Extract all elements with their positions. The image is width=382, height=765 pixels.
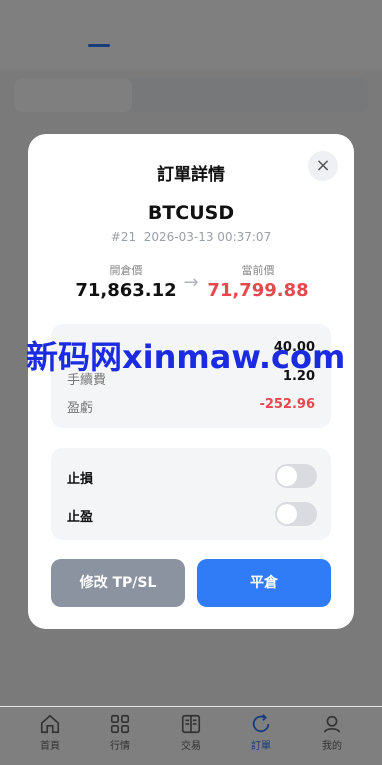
order-detail-modal: 訂單詳情 × BTCUSD #21 2026-03-13 00:37:07 開倉… (28, 134, 354, 629)
current-price-label: 當前價 (241, 264, 275, 277)
toggle-knob (277, 466, 297, 486)
nav-label: 行情 (110, 741, 130, 752)
nav-orders[interactable]: 訂單 (231, 713, 291, 752)
info-value: -252.96 (259, 397, 315, 412)
order-id: #21 (110, 230, 137, 244)
modal-title: 訂單詳情 (157, 165, 225, 185)
close-icon[interactable]: × (308, 151, 338, 181)
symbol: BTCUSD (147, 202, 235, 224)
open-price-label: 開倉價 (109, 264, 143, 277)
order-timestamp: 2026-03-13 00:37:07 (143, 230, 272, 244)
info-label: 盈虧 (67, 401, 94, 416)
take-profit-row: 止盈 (67, 502, 317, 528)
nav-profile[interactable]: 我的 (302, 713, 362, 752)
order-meta: #21 2026-03-13 00:37:07 (28, 230, 354, 244)
tp-sl-card: 止損 止盈 (51, 448, 331, 540)
nav-trade[interactable]: 交易 (161, 713, 221, 752)
take-profit-label: 止盈 (67, 510, 94, 525)
orders-icon (252, 714, 270, 733)
nav-home[interactable]: 首頁 (20, 713, 80, 752)
market-icon (110, 714, 130, 734)
current-price-block: 當前價 71,799.88 (193, 262, 323, 301)
profile-icon (323, 715, 341, 733)
stop-loss-toggle[interactable] (275, 464, 317, 488)
stop-loss-row: 止損 (67, 464, 317, 490)
take-profit-toggle[interactable] (275, 502, 317, 526)
home-icon (40, 714, 60, 734)
bottom-nav: 首頁 行情 交易 訂單 我的 (0, 706, 382, 765)
toggle-knob (277, 504, 297, 524)
nav-label: 我的 (322, 741, 342, 752)
open-price: 71,863.12 (75, 280, 177, 301)
open-price-block: 開倉價 71,863.12 (61, 262, 191, 301)
close-position-button[interactable]: 平倉 (197, 559, 331, 607)
trade-icon (181, 714, 201, 734)
stop-loss-label: 止損 (67, 472, 94, 487)
nav-market[interactable]: 行情 (90, 713, 150, 752)
nav-label: 訂單 (251, 741, 271, 752)
nav-label: 首頁 (40, 741, 60, 752)
watermark: 新码网xinmaw.com (26, 338, 346, 376)
modify-tp-sl-button[interactable]: 修改 TP/SL (51, 559, 185, 607)
nav-label: 交易 (181, 741, 201, 752)
info-row: 盈虧 -252.96 (67, 397, 315, 416)
current-price: 71,799.88 (207, 280, 309, 301)
